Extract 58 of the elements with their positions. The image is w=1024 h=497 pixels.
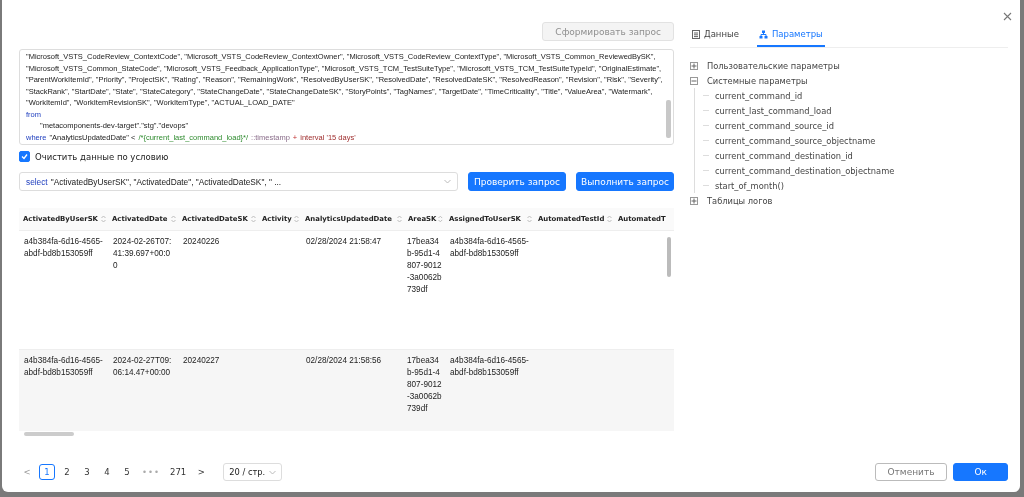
page-button[interactable]: 5 <box>119 464 135 480</box>
scrollbar-thumb[interactable] <box>667 237 671 277</box>
table-cell: 2024-02-27T09:06:14.47+00:00 <box>113 356 172 377</box>
page-button[interactable]: 2 <box>59 464 75 480</box>
page-button[interactable]: 3 <box>79 464 95 480</box>
sort-icon[interactable] <box>527 215 532 223</box>
page-button[interactable]: 4 <box>99 464 115 480</box>
table-cell: a4b384fa-6d16-4565-abdf-bd8b153059ff <box>450 356 529 377</box>
tree-item[interactable]: Пользовательские параметры <box>707 60 840 71</box>
tree-item[interactable]: current_command_destination_id <box>715 150 853 161</box>
sort-icon[interactable] <box>294 215 299 223</box>
next-page-button[interactable]: > <box>193 464 210 480</box>
table-cell: 20240226 <box>183 237 220 246</box>
tree-item[interactable]: current_command_source_id <box>715 120 834 131</box>
checkbox[interactable] <box>19 151 30 162</box>
tree-item[interactable]: current_command_source_objectname <box>715 135 876 146</box>
sort-icon[interactable] <box>251 215 256 223</box>
tab[interactable]: Данные <box>690 25 741 47</box>
expand-icon[interactable] <box>690 196 698 205</box>
page-size-select[interactable]: 20 / стр. <box>223 463 283 481</box>
table-cell: 17bea34b-95d1-4807-9012-3a0062b739df <box>407 356 442 413</box>
table-cell: 02/28/2024 21:58:56 <box>306 356 382 365</box>
checkbox-label: Очистить данные по условию <box>35 151 169 162</box>
query-select[interactable]: select "ActivatedByUserSK", "ActivatedDate", "ActivatedDateSK", " ... <box>19 172 458 191</box>
run-query-button[interactable]: Выполнить запрос <box>576 172 674 191</box>
chevron-down-icon <box>269 469 277 475</box>
table-cell: 20240227 <box>183 356 220 365</box>
table-cell: a4b384fa-6d16-4565-abdf-bd8b153059ff <box>450 237 529 258</box>
expand-icon[interactable] <box>690 61 698 70</box>
list-icon <box>692 29 700 39</box>
sort-icon[interactable] <box>607 215 612 223</box>
check-query-button[interactable]: Проверить запрос <box>468 172 566 191</box>
table-cell: 2024-02-26T07:41:39.697+00:00 <box>113 237 172 270</box>
sort-icon[interactable] <box>397 215 402 223</box>
sort-icon[interactable] <box>171 215 176 223</box>
tree-item[interactable]: Системные параметры <box>707 75 808 86</box>
page-button[interactable]: 1 <box>39 464 55 480</box>
sql-editor[interactable] <box>19 49 674 145</box>
scrollbar-thumb[interactable] <box>24 432 74 436</box>
page-button[interactable]: 271 <box>167 464 190 480</box>
hierarchy-icon <box>758 29 768 39</box>
collapse-icon[interactable] <box>690 76 698 85</box>
tree-item[interactable]: current_command_id <box>715 90 803 101</box>
sort-icon[interactable] <box>101 215 106 223</box>
tree-item[interactable]: current_last_command_load <box>715 105 832 116</box>
ok-button[interactable]: Ок <box>953 463 1008 481</box>
table-cell: a4b384fa-6d16-4565-abdf-bd8b153059ff <box>24 237 103 258</box>
sort-icon[interactable] <box>438 215 443 223</box>
cancel-button[interactable]: Отменить <box>874 463 948 481</box>
table-cell: 02/28/2024 21:58:47 <box>306 237 382 246</box>
tree-item[interactable]: Таблицы логов <box>707 195 773 206</box>
tree-item[interactable]: current_command_destination_objectname <box>715 165 895 176</box>
tab[interactable]: Параметры <box>756 25 825 47</box>
table-cell: 17bea34b-95d1-4807-9012-3a0062b739df <box>407 237 442 294</box>
tree-item[interactable]: start_of_month() <box>715 180 785 191</box>
table-cell: a4b384fa-6d16-4565-abdf-bd8b153059ff <box>24 356 103 377</box>
scrollbar-thumb[interactable] <box>666 100 671 138</box>
chevron-down-icon <box>444 179 451 184</box>
